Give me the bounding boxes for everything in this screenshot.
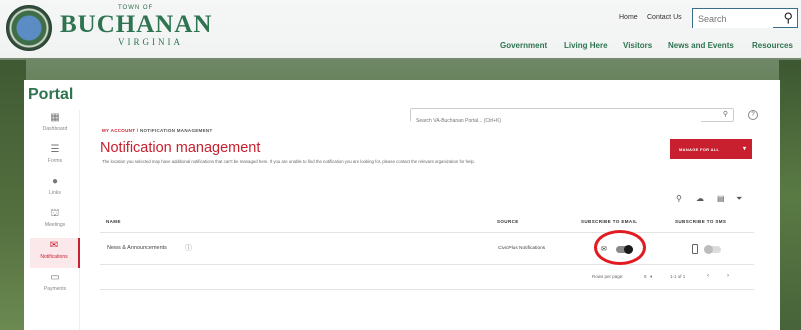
search-icon[interactable]: ⚲ xyxy=(723,110,728,118)
page-title: Notification management xyxy=(100,140,261,156)
help-icon[interactable]: ? xyxy=(748,110,758,120)
row-source: CivicPlus Notifications xyxy=(498,246,546,251)
breadcrumb-my-account[interactable]: MY ACCOUNT xyxy=(102,128,135,133)
page-description: The location you selected may have addit… xyxy=(102,159,475,164)
portal-search-input[interactable] xyxy=(411,115,701,127)
sidebar-item-label: Links xyxy=(49,190,61,196)
site-search-box: ⚲ xyxy=(692,8,798,28)
breadcrumb-current: NOTIFICATION MANAGEMENT xyxy=(139,128,213,133)
table-bottom-divider xyxy=(100,289,754,290)
background-trees-left xyxy=(0,60,26,330)
sidebar-item-links[interactable]: ● Links xyxy=(30,174,80,204)
brand-name[interactable]: BUCHANAN xyxy=(60,11,212,39)
info-icon[interactable]: ⓘ xyxy=(185,243,192,253)
breadcrumb: MY ACCOUNT / NOTIFICATION MANAGEMENT xyxy=(102,128,213,133)
row-name: News & Announcements xyxy=(107,245,167,251)
town-seal-logo[interactable] xyxy=(6,5,52,51)
sidebar-item-dashboard[interactable]: ▦ Dashboard xyxy=(30,110,80,140)
forms-icon: ☰ xyxy=(50,144,60,155)
cloud-download-icon[interactable]: ☁ xyxy=(696,194,704,203)
portal-panel: Portal ▦ Dashboard ☰ Forms ● Links ⛫ Mee… xyxy=(24,80,780,330)
sidebar-item-label: Payments xyxy=(43,286,67,292)
manage-for-all-button[interactable]: MANAGE FOR ALL ▾ xyxy=(670,139,752,159)
meetings-icon: ⛫ xyxy=(50,208,60,219)
background-trees-right xyxy=(779,60,801,330)
search-icon[interactable]: ⚲ xyxy=(783,10,793,26)
sidebar-item-payments[interactable]: ▭ Payments xyxy=(30,270,80,300)
brand-state: VIRGINIA xyxy=(118,37,183,47)
nav-government[interactable]: Government xyxy=(500,41,547,50)
site-search-input[interactable] xyxy=(693,10,773,28)
portal-sidebar: ▦ Dashboard ☰ Forms ● Links ⛫ Meetings ✉… xyxy=(30,110,80,330)
payments-icon: ▭ xyxy=(50,272,60,283)
portal-title: Portal xyxy=(28,86,74,103)
sidebar-item-label: Meetings xyxy=(44,222,66,228)
sidebar-item-label: Dashboard xyxy=(42,126,68,132)
links-icon: ● xyxy=(51,176,59,187)
sidebar-item-label: Forms xyxy=(47,158,63,164)
toggle-knob xyxy=(704,245,713,254)
nav-news-and-events[interactable]: News and Events xyxy=(668,41,734,50)
contact-us-link[interactable]: Contact Us xyxy=(647,14,682,21)
notifications-icon: ✉ xyxy=(49,240,59,251)
column-header-source[interactable]: SOURCE xyxy=(497,219,519,224)
column-header-sms[interactable]: SUBSCRIBE TO SMS xyxy=(675,219,726,224)
sms-subscribe-toggle[interactable] xyxy=(704,245,721,254)
sidebar-item-label: Notifications xyxy=(40,254,68,260)
manage-for-all-label: MANAGE FOR ALL xyxy=(679,147,720,152)
next-page-icon[interactable]: › xyxy=(727,273,729,279)
rows-per-page-label: Rows per page: xyxy=(592,274,624,279)
portal-search-box: ⚲ xyxy=(410,108,734,127)
nav-living-here[interactable]: Living Here xyxy=(564,41,608,50)
filter-icon[interactable]: ⏷ xyxy=(736,194,742,204)
columns-icon[interactable]: ▤ xyxy=(717,194,725,203)
chevron-down-icon: ▾ xyxy=(742,146,746,152)
rows-per-page-select[interactable]: 5 xyxy=(644,274,647,279)
highlight-annotation-circle xyxy=(594,230,646,265)
pagination-range: 1-1 of 1 xyxy=(670,274,686,279)
nav-resources[interactable]: Resources xyxy=(752,41,793,50)
prev-page-icon[interactable]: ‹ xyxy=(707,273,709,279)
site-header: TOWN OF BUCHANAN VIRGINIA Home Contact U… xyxy=(0,0,801,58)
sidebar-item-forms[interactable]: ☰ Forms xyxy=(30,142,80,172)
search-icon[interactable]: ⚲ xyxy=(676,194,682,203)
phone-icon xyxy=(692,244,698,254)
column-header-name[interactable]: NAME xyxy=(106,219,121,224)
home-link[interactable]: Home xyxy=(619,14,638,21)
sidebar-item-meetings[interactable]: ⛫ Meetings xyxy=(30,206,80,236)
breadcrumb-separator: / xyxy=(136,128,139,133)
chevron-down-icon[interactable]: ▾ xyxy=(650,274,652,280)
sidebar-item-notifications[interactable]: ✉ Notifications xyxy=(30,238,80,268)
dashboard-icon: ▦ xyxy=(50,112,60,123)
nav-visitors[interactable]: Visitors xyxy=(623,41,652,50)
table-row xyxy=(100,232,754,265)
column-header-email[interactable]: SUBSCRIBE TO EMAIL xyxy=(581,219,637,224)
